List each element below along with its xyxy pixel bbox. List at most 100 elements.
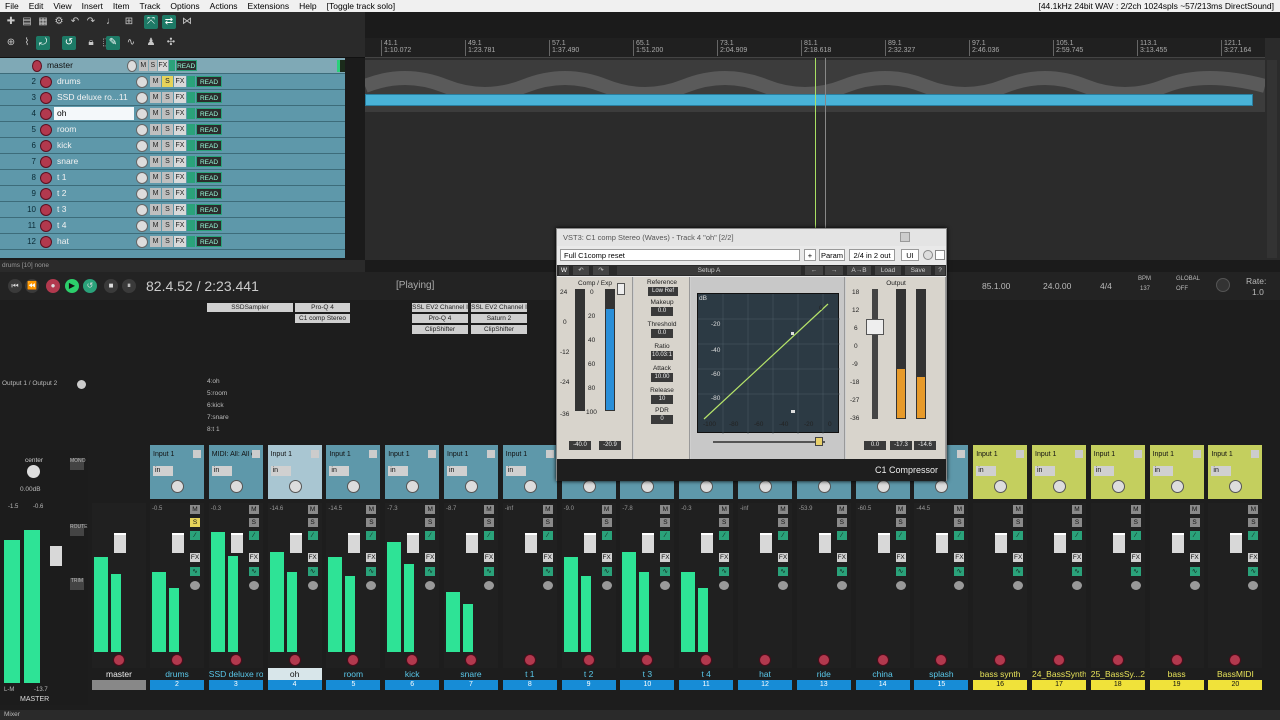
pan-knob[interactable]: [817, 480, 831, 493]
envelope-button[interactable]: [168, 60, 175, 71]
route-icon[interactable]: [425, 581, 436, 590]
volume-fader[interactable]: [524, 533, 537, 553]
automation-mode-button[interactable]: READ: [196, 204, 222, 215]
solo-button[interactable]: S: [148, 60, 158, 71]
route-icon[interactable]: [719, 581, 730, 590]
automation-mode-button[interactable]: READ: [196, 92, 222, 103]
input-value[interactable]: -40.0: [569, 441, 591, 450]
phase-icon[interactable]: ∕: [895, 531, 906, 540]
master-fader[interactable]: [50, 546, 62, 566]
track-name[interactable]: room: [54, 123, 134, 136]
envelope-icon[interactable]: ∿: [366, 567, 377, 576]
fx-button[interactable]: FX: [307, 553, 318, 562]
input-select[interactable]: Input 1: [388, 451, 428, 458]
fx-button[interactable]: FX: [836, 553, 847, 562]
volume-fader[interactable]: [114, 533, 126, 553]
master-db[interactable]: 0.00dB: [20, 486, 41, 493]
record-arm-icon[interactable]: [40, 171, 52, 184]
fx-button[interactable]: FX: [174, 156, 186, 167]
auto-crossfade-icon[interactable]: ✎: [106, 36, 120, 50]
envelope-button[interactable]: [187, 172, 195, 183]
mute-button[interactable]: M: [836, 505, 847, 514]
record-arm-icon[interactable]: [1111, 654, 1124, 666]
menu-insert[interactable]: Insert: [77, 0, 108, 12]
volume-fader[interactable]: [289, 533, 302, 553]
solo-button[interactable]: S: [836, 518, 847, 527]
open-project-icon[interactable]: ▤: [20, 15, 34, 29]
envelope-button[interactable]: [187, 204, 195, 215]
ripple-icon[interactable]: ⇄: [162, 15, 176, 29]
volume-fader[interactable]: [760, 533, 772, 553]
pan-knob[interactable]: [876, 480, 890, 493]
envelope-icon[interactable]: ∿: [1013, 567, 1024, 576]
pdr-value[interactable]: 0: [651, 415, 673, 424]
volume-knob[interactable]: [136, 91, 148, 104]
pause-icon[interactable]: ⏸: [122, 279, 136, 293]
play-icon[interactable]: ▶: [65, 279, 79, 293]
automation-mode-button[interactable]: READ: [196, 124, 222, 135]
route-icon[interactable]: [778, 581, 788, 590]
menu-track[interactable]: Track: [134, 0, 165, 12]
phase-icon[interactable]: ∕: [778, 531, 788, 540]
phase-icon[interactable]: ∕: [366, 531, 377, 540]
track-row-t4[interactable]: 11 t 4 MS FX READ: [0, 218, 345, 234]
envelope-icon[interactable]: ∿: [1248, 567, 1259, 576]
fx-button[interactable]: FX: [174, 204, 186, 215]
pan-knob[interactable]: [759, 480, 772, 493]
mute-button[interactable]: M: [138, 60, 148, 71]
add-preset-button[interactable]: +: [804, 249, 816, 261]
input-options-icon[interactable]: [1075, 450, 1083, 458]
record-arm-icon[interactable]: [406, 654, 419, 666]
track-row-t1[interactable]: 8 t 1 MS FX READ: [0, 170, 345, 186]
input-monitor-button[interactable]: in: [1152, 466, 1173, 476]
previous-icon[interactable]: ⏪: [25, 279, 39, 293]
mute-button[interactable]: M: [895, 505, 906, 514]
new-project-icon[interactable]: ✚: [4, 15, 18, 29]
record-arm-icon[interactable]: [40, 203, 52, 216]
mute-button[interactable]: M: [248, 505, 259, 514]
envelope-button[interactable]: [187, 220, 195, 231]
transfer-curve-graph[interactable]: [697, 293, 840, 434]
mute-button[interactable]: M: [719, 505, 730, 514]
solo-button[interactable]: S: [1189, 518, 1200, 527]
track-name[interactable]: SSD deluxe ro...11: [54, 91, 134, 104]
phase-icon[interactable]: ∕: [307, 531, 318, 540]
envelope-icon[interactable]: ∿: [778, 567, 788, 576]
volume-knob[interactable]: [127, 59, 137, 72]
param-button[interactable]: Param: [819, 249, 845, 261]
record-arm-icon[interactable]: [40, 155, 52, 168]
solo-button[interactable]: S: [162, 172, 173, 183]
input-monitor-button[interactable]: in: [153, 466, 173, 476]
phase-icon[interactable]: ∕: [484, 531, 494, 540]
strip-name[interactable]: SSD deluxe rock ...11: [209, 668, 263, 680]
input-select[interactable]: Input 1: [1035, 451, 1075, 458]
solo-button[interactable]: S: [162, 188, 173, 199]
volume-fader[interactable]: [1171, 533, 1184, 553]
strip-name[interactable]: hat: [738, 668, 792, 680]
knee-slider-handle[interactable]: [815, 437, 823, 446]
record-arm-icon[interactable]: [1229, 654, 1242, 666]
fx-slot-clipshifter-2[interactable]: ClipShifter: [471, 325, 527, 334]
mute-button[interactable]: M: [150, 188, 161, 199]
volume-knob[interactable]: [136, 235, 148, 248]
pin-icon[interactable]: [900, 232, 910, 242]
mute-button[interactable]: M: [150, 124, 161, 135]
route-icon[interactable]: [307, 581, 318, 590]
mute-button[interactable]: M: [601, 505, 612, 514]
mute-button[interactable]: M: [307, 505, 318, 514]
strip-name[interactable]: china: [856, 668, 910, 680]
automation-mode-button[interactable]: READ: [196, 156, 222, 167]
strip-name[interactable]: 24_BassSynth: [1032, 668, 1086, 680]
input-select[interactable]: Input 1: [506, 451, 546, 458]
undo-icon[interactable]: ↶: [68, 15, 82, 29]
mute-button[interactable]: M: [190, 505, 200, 514]
solo-button[interactable]: S: [954, 518, 965, 527]
fx-slot-proq[interactable]: Pro-Q 4: [295, 303, 350, 312]
track-row-snare[interactable]: 7 snare MS FX READ: [0, 154, 345, 170]
solo-button[interactable]: S: [425, 518, 436, 527]
track-name[interactable]: t 3: [54, 203, 134, 216]
record-arm-icon[interactable]: [641, 654, 654, 666]
prev-preset-icon[interactable]: ←: [805, 266, 823, 275]
threshold-value[interactable]: 0.0: [651, 329, 673, 338]
envelope-icon[interactable]: ∿: [660, 567, 671, 576]
